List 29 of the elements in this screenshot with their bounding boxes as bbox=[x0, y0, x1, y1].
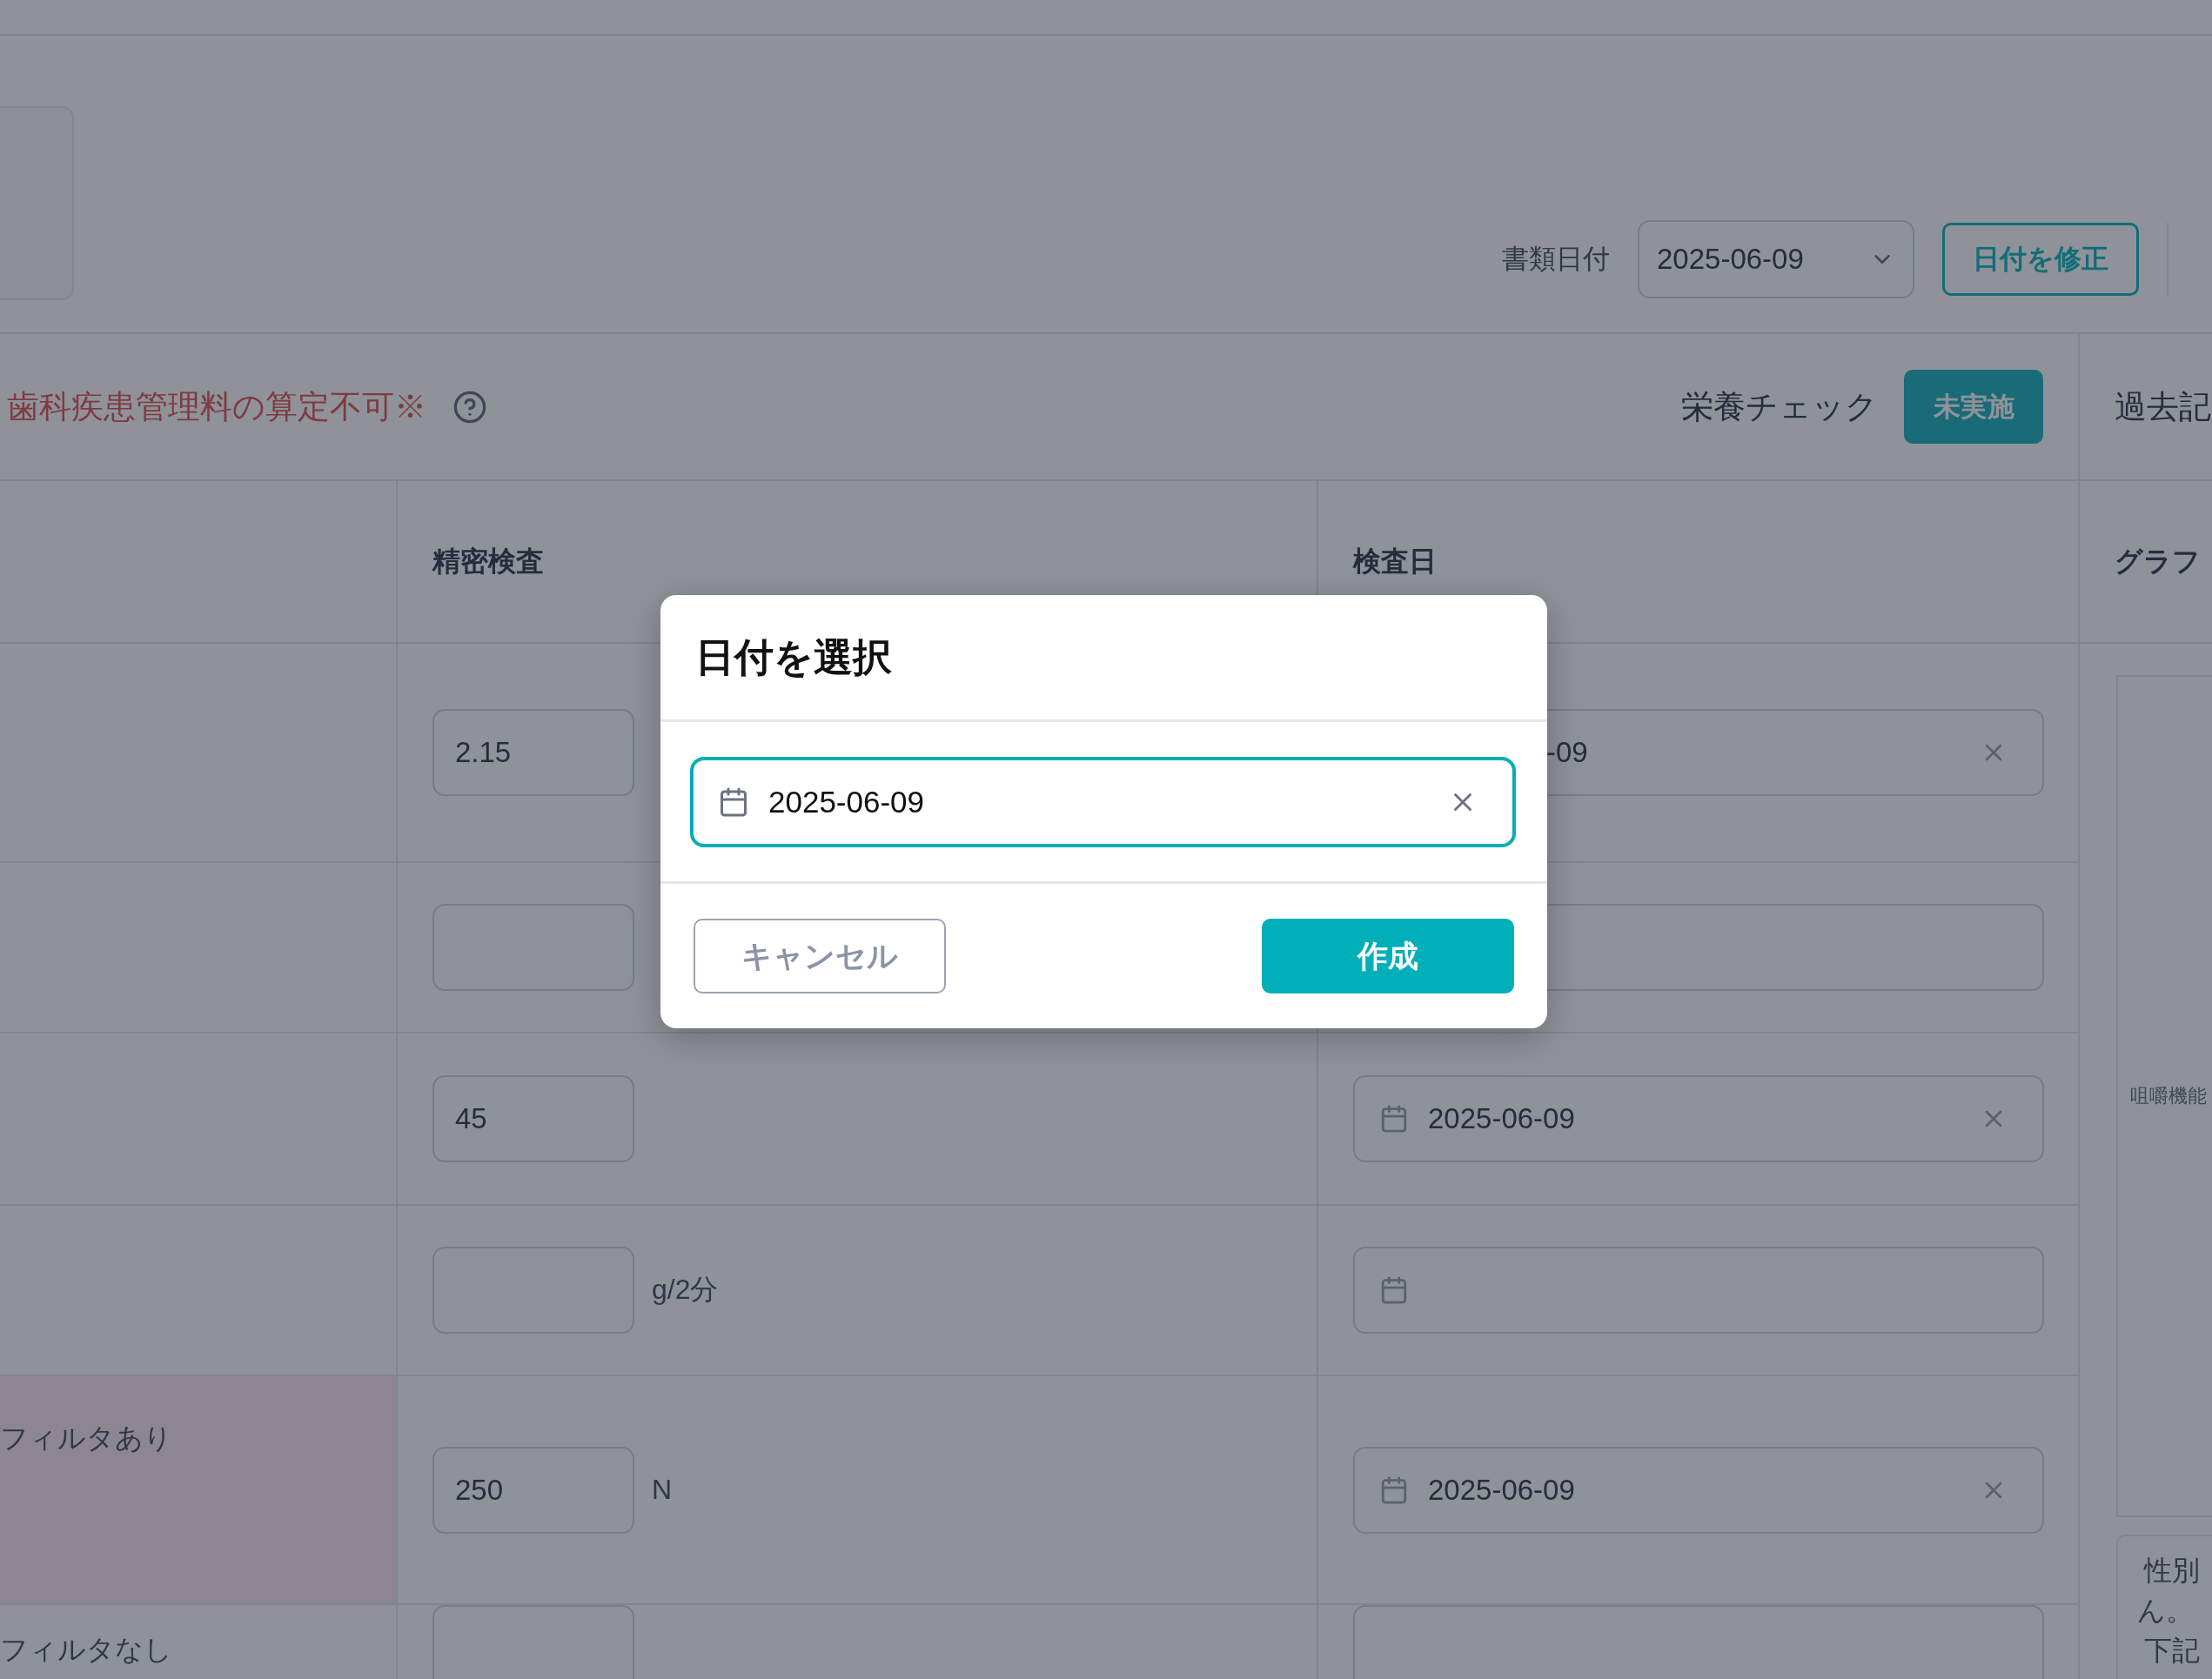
chart-axis-label: 咀嚼機能 bbox=[2130, 1084, 2207, 1108]
panel-title: グラフ bbox=[2115, 544, 2201, 579]
nutrition-check-label: 栄養チェック bbox=[1681, 387, 1878, 426]
column-header: 精密検査 bbox=[432, 544, 544, 579]
cancel-button[interactable]: キャンセル bbox=[694, 919, 946, 993]
warning-text: 歯科疾患管理料の算定不可※ bbox=[7, 387, 426, 426]
note-text: 下記 bbox=[2144, 1634, 2201, 1668]
value-field[interactable]: 2.15 bbox=[432, 709, 634, 796]
date-value: -09 bbox=[1546, 736, 1589, 769]
column-header: 検査日 bbox=[1353, 544, 1437, 579]
history-tab[interactable]: 過去記 bbox=[2115, 385, 2211, 429]
date-value: 2025-06-09 bbox=[768, 785, 926, 819]
date-field[interactable]: 2025-06-09 bbox=[1353, 1075, 2044, 1162]
value-field[interactable]: 45 bbox=[432, 1075, 634, 1162]
date-select[interactable]: 2025-06-09 bbox=[1638, 220, 1914, 298]
note-text: 性別 bbox=[2144, 1554, 2201, 1588]
row-label: フィルタあり bbox=[0, 1422, 172, 1454]
date-value: 2025-06-09 bbox=[1428, 1102, 1576, 1135]
date-input[interactable]: 2025-06-09 bbox=[690, 757, 1516, 847]
unit-label: N bbox=[652, 1474, 673, 1506]
row-label: フィルタなし bbox=[0, 1634, 172, 1665]
value-field[interactable]: 250 bbox=[432, 1446, 634, 1534]
date-field[interactable]: 2025-06-09 bbox=[1353, 1446, 2044, 1534]
date-value: 2025-06-09 bbox=[1428, 1473, 1576, 1507]
dialog-title: 日付を選択 bbox=[695, 633, 892, 681]
unit-label: g/2分 bbox=[652, 1273, 719, 1307]
create-button[interactable]: 作成 bbox=[1262, 919, 1514, 993]
document-date-label: 書類日付 bbox=[1502, 243, 1610, 276]
note-text: ん。 bbox=[2137, 1594, 2195, 1628]
